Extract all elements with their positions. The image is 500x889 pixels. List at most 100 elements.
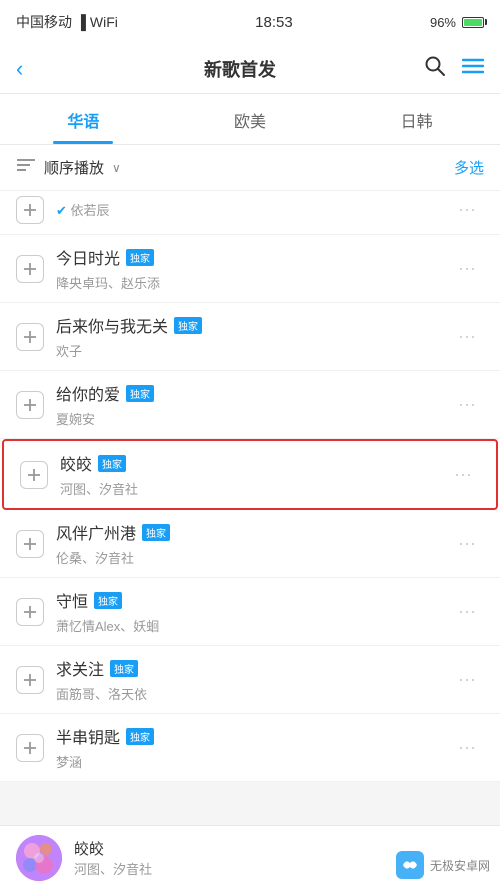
more-button-6[interactable]: ··· [450,665,484,694]
list-item-4: 风伴广州港 独家 伦桑、汐音社 ··· [0,510,500,578]
wifi-icon: WiFi [90,14,118,30]
song-list: ✔ 依若辰 ··· 今日时光 独家 降央卓玛、赵乐添 ··· 后来你与我无关 独… [0,191,500,782]
song-title-7: 半串钥匙 [56,724,120,748]
nav-bar: ‹ 新歌首发 [0,44,500,94]
more-button-1[interactable]: ··· [450,322,484,351]
song-title-row-2: 给你的爱 独家 [56,381,450,405]
tab-western[interactable]: 欧美 [167,94,334,144]
song-artist-4: 伦桑、汐音社 [56,548,450,567]
battery-icon [462,17,484,28]
sort-control[interactable]: 顺序播放 ∨ [16,157,121,178]
list-item-1: 后来你与我无关 独家 欢子 ··· [0,303,500,371]
battery-fill [464,19,482,26]
exclusive-badge-4: 独家 [142,524,170,541]
exclusive-badge-6: 独家 [110,660,138,677]
add-song-button-5[interactable] [16,598,44,626]
song-title-row-6: 求关注 独家 [56,656,450,680]
list-item-partial: ✔ 依若辰 ··· [0,191,500,235]
song-title-0: 今日时光 [56,245,120,269]
song-title-row-4: 风伴广州港 独家 [56,520,450,544]
exclusive-badge-0: 独家 [126,249,154,266]
song-info-2: 给你的爱 独家 夏婉安 [56,381,450,428]
verified-icon: ✔ [56,203,71,218]
song-artist-5: 萧忆情Alex、妖蛔 [56,616,450,635]
song-artist-7: 梦涵 [56,752,450,771]
song-artist-6: 面筋哥、洛天依 [56,684,450,703]
song-artist-partial: ✔ 依若辰 [56,200,450,219]
search-button[interactable] [424,55,446,83]
add-song-button-1[interactable] [16,323,44,351]
add-song-button-6[interactable] [16,666,44,694]
song-info-partial: ✔ 依若辰 [56,200,450,219]
song-title-4: 风伴广州港 [56,520,136,544]
list-item-5: 守恒 独家 萧忆情Alex、妖蛔 ··· [0,578,500,646]
song-title-6: 求关注 [56,656,104,680]
watermark-logo [396,851,424,879]
song-title-row-0: 今日时光 独家 [56,245,450,269]
song-title-row-7: 半串钥匙 独家 [56,724,450,748]
song-info-6: 求关注 独家 面筋哥、洛天依 [56,656,450,703]
add-song-button-7[interactable] [16,734,44,762]
add-song-button-3[interactable] [20,461,48,489]
add-song-button-4[interactable] [16,530,44,558]
dropdown-arrow-icon: ∨ [112,161,121,175]
song-info-4: 风伴广州港 独家 伦桑、汐音社 [56,520,450,567]
more-button-4[interactable]: ··· [450,529,484,558]
song-title-1: 后来你与我无关 [56,313,168,337]
more-button-0[interactable]: ··· [450,254,484,283]
status-right: 96% [430,15,484,30]
list-item-7: 半串钥匙 独家 梦涵 ··· [0,714,500,782]
more-button-7[interactable]: ··· [450,733,484,762]
carrier-text: 中国移动 [16,12,72,32]
status-left: 中国移动 ▐ WiFi [16,12,118,32]
song-title-3: 皎皎 [60,451,92,475]
list-item-3: 皎皎 独家 河图、汐音社 ··· [2,439,498,510]
more-button-2[interactable]: ··· [450,390,484,419]
add-song-button-0[interactable] [16,255,44,283]
tab-japanese[interactable]: 日韩 [333,94,500,144]
toolbar: 顺序播放 ∨ 多选 [0,145,500,191]
song-artist-3: 河图、汐音社 [60,479,446,498]
list-item-6: 求关注 独家 面筋哥、洛天依 ··· [0,646,500,714]
bottom-player[interactable]: 皎皎 河图、汐音社 无极安卓网 [0,825,500,889]
song-title-5: 守恒 [56,588,88,612]
song-info-5: 守恒 独家 萧忆情Alex、妖蛔 [56,588,450,635]
song-title-row-3: 皎皎 独家 [60,451,446,475]
song-info-0: 今日时光 独家 降央卓玛、赵乐添 [56,245,450,292]
song-artist-0: 降央卓玛、赵乐添 [56,273,450,292]
add-song-button-2[interactable] [16,391,44,419]
tab-chinese[interactable]: 华语 [0,94,167,144]
sort-icon [16,157,36,178]
song-info-3: 皎皎 独家 河图、汐音社 [60,451,446,498]
menu-button[interactable] [462,57,484,81]
battery-percent: 96% [430,15,456,30]
exclusive-badge-2: 独家 [126,385,154,402]
song-title-row-1: 后来你与我无关 独家 [56,313,450,337]
song-artist-1: 欢子 [56,341,450,360]
status-bar: 中国移动 ▐ WiFi 18:53 96% [0,0,500,44]
watermark: 无极安卓网 [396,851,490,879]
watermark-text: 无极安卓网 [430,857,490,874]
exclusive-badge-3: 独家 [98,455,126,472]
nav-icons [424,55,484,83]
song-info-7: 半串钥匙 独家 梦涵 [56,724,450,771]
exclusive-badge-1: 独家 [174,317,202,334]
back-button[interactable]: ‹ [16,56,56,82]
status-time: 18:53 [255,14,293,31]
more-button-5[interactable]: ··· [450,597,484,626]
song-title-row-5: 守恒 独家 [56,588,450,612]
song-info-1: 后来你与我无关 独家 欢子 [56,313,450,360]
artist-name-partial: 依若辰 [71,203,110,218]
list-item-0: 今日时光 独家 降央卓玛、赵乐添 ··· [0,235,500,303]
list-item-2: 给你的爱 独家 夏婉安 ··· [0,371,500,439]
signal-icon: ▐ [76,14,86,30]
exclusive-badge-7: 独家 [126,728,154,745]
more-button-partial[interactable]: ··· [450,195,484,224]
exclusive-badge-5: 独家 [94,592,122,609]
add-song-button[interactable] [16,196,44,224]
multi-select-button[interactable]: 多选 [454,157,484,178]
tab-bar: 华语 欧美 日韩 [0,94,500,145]
player-avatar [16,835,62,881]
more-button-3[interactable]: ··· [446,460,480,489]
song-artist-2: 夏婉安 [56,409,450,428]
